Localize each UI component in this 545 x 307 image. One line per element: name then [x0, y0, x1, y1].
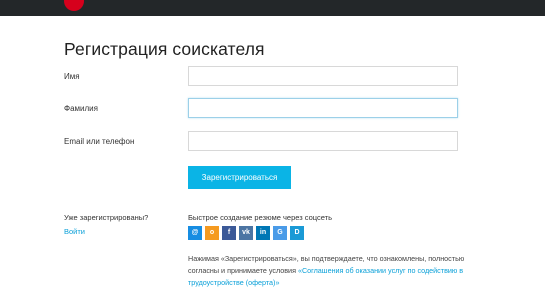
last-name-label: Фамилия	[64, 104, 98, 113]
email-phone-label: Email или телефон	[64, 137, 135, 146]
facebook-icon[interactable]: f	[222, 226, 236, 240]
register-button[interactable]: Зарегистрироваться	[188, 166, 291, 189]
mailru-icon[interactable]: @	[188, 226, 202, 240]
already-registered-text: Уже зарегистрированы?	[64, 213, 149, 222]
linkedin-icon[interactable]: in	[256, 226, 270, 240]
page-title: Регистрация соискателя	[64, 39, 265, 59]
google-icon[interactable]: G	[273, 226, 287, 240]
terms-notice: Нажимая «Зарегистрироваться», вы подтвер…	[188, 253, 478, 289]
vkontakte-icon[interactable]: vk	[239, 226, 253, 240]
login-link[interactable]: Войти	[64, 227, 85, 236]
first-name-input[interactable]	[188, 66, 458, 86]
email-phone-input[interactable]	[188, 131, 458, 151]
first-name-label: Имя	[64, 72, 80, 81]
logo-icon[interactable]	[64, 0, 84, 11]
d-service-icon[interactable]: D	[290, 226, 304, 240]
odnoklassniki-icon[interactable]: o	[205, 226, 219, 240]
social-signup-title: Быстрое создание резюме через соцсеть	[188, 213, 333, 222]
last-name-input[interactable]	[188, 98, 458, 118]
top-header-bar	[0, 0, 545, 16]
